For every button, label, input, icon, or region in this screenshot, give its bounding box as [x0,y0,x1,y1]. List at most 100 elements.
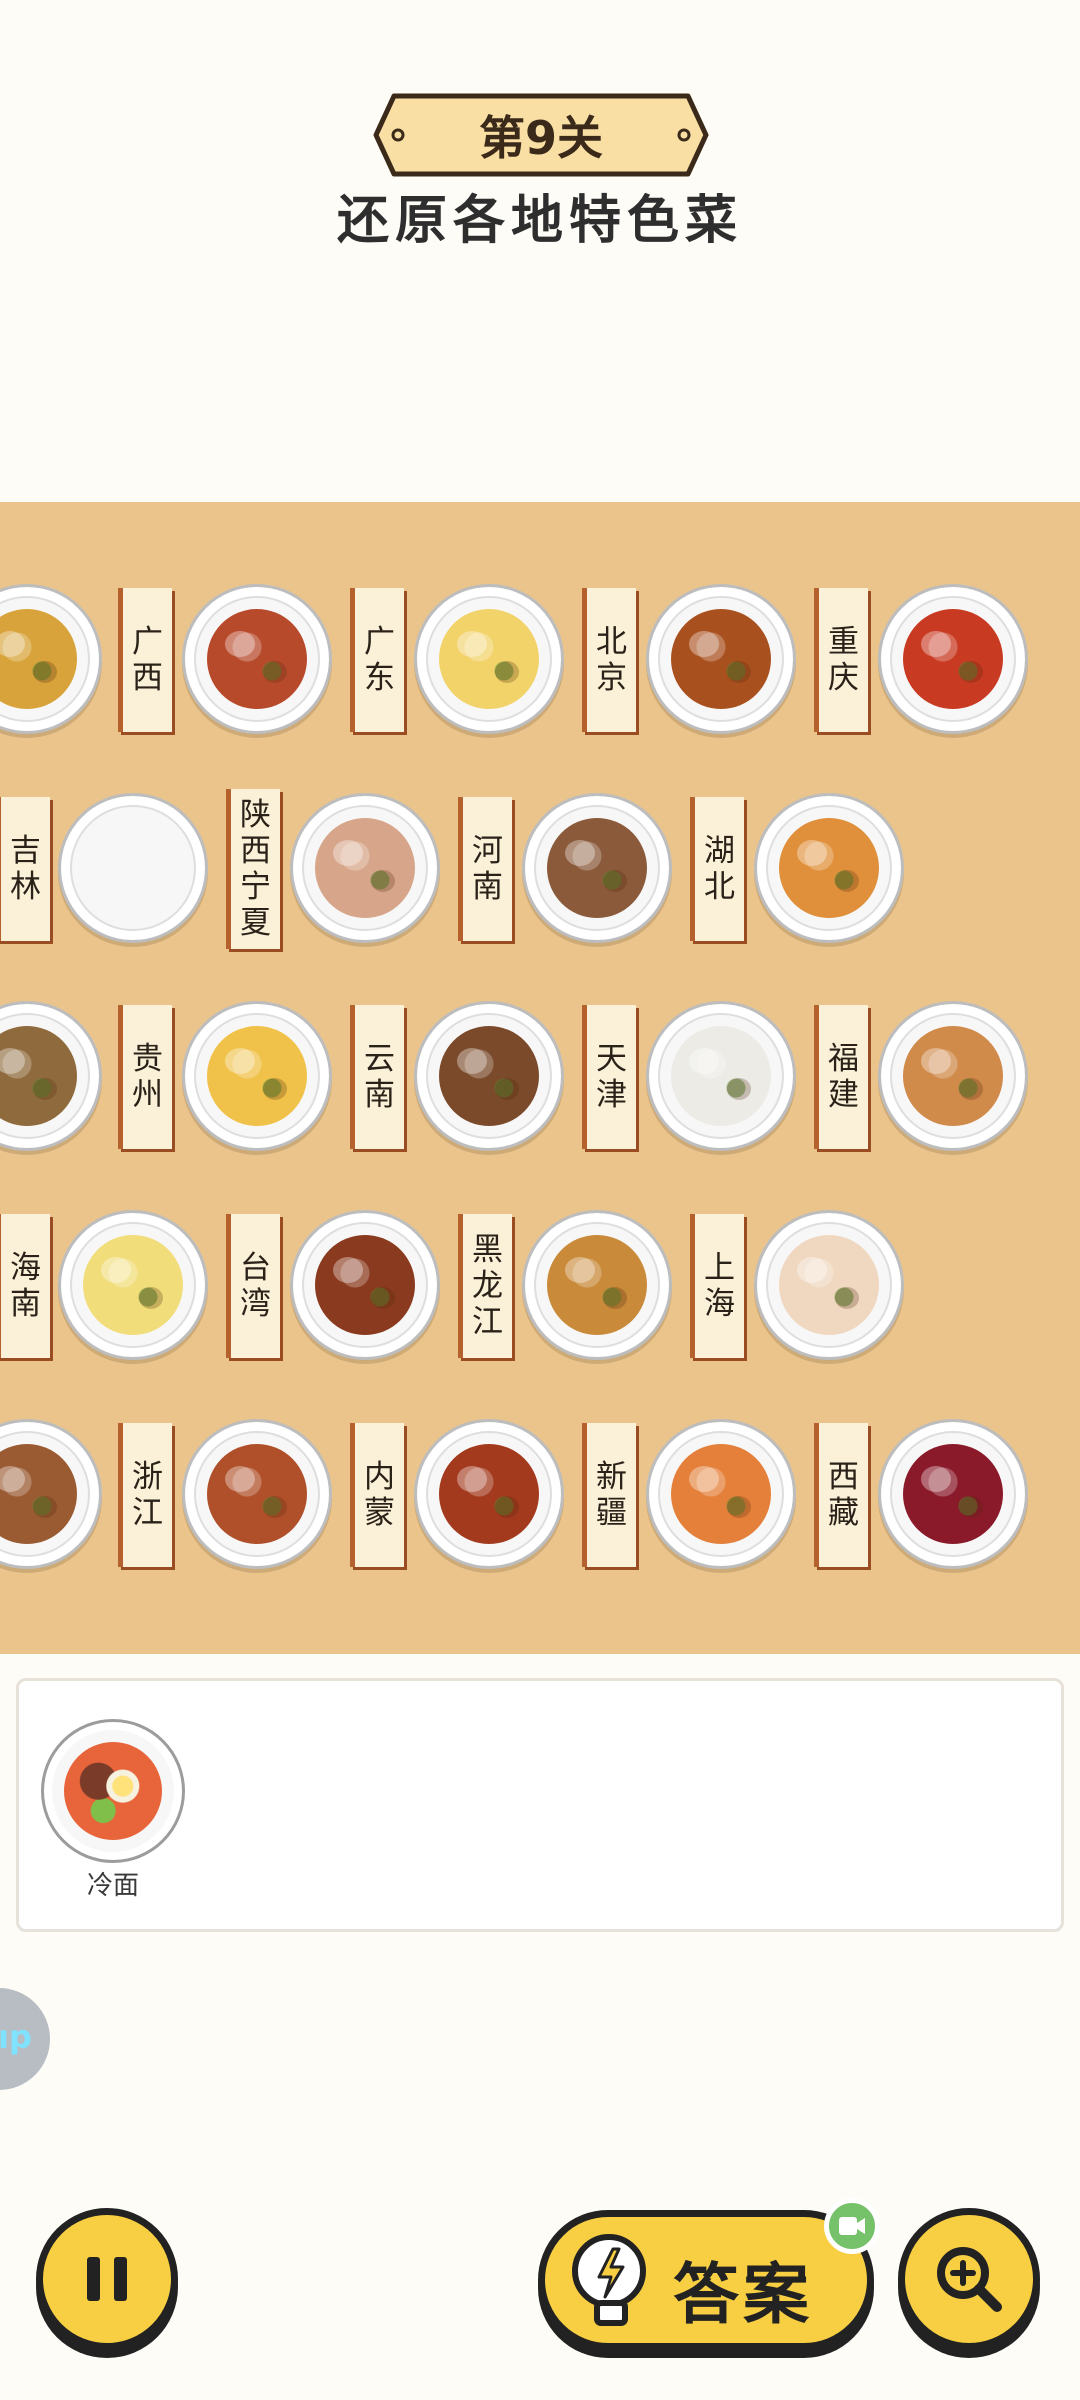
braised-pork-rice-icon [315,1235,415,1335]
dish-plate[interactable] [878,1419,1028,1569]
region-label: 广西 [118,588,172,732]
dish-plate[interactable] [878,1001,1028,1151]
dish-plate[interactable] [414,1001,564,1151]
region-label-char: 夏 [240,905,271,941]
region-label: 吉林 [0,797,50,941]
region-label-char: 内 [364,1459,395,1495]
region-label-char: 新 [596,1459,627,1495]
region-label: 内蒙 [350,1423,404,1567]
tray-dish-label: 冷面 [86,1871,139,1901]
board-row: 浙江 内蒙 新疆 西藏 [0,1419,1080,1589]
chicken-turtle-dish-icon [0,609,77,709]
region-label: 西藏 [814,1423,868,1567]
empty-plate[interactable] [58,793,208,943]
region-label-char: 津 [596,1077,627,1113]
region-label: 河南 [458,797,512,941]
rice-noodle-dish-icon [207,609,307,709]
level-title: 第9关 [478,111,603,165]
region-label: 贵州 [118,1005,172,1149]
region-label-char: 藏 [828,1495,859,1531]
roast-duck-icon [671,609,771,709]
dish-plate[interactable] [646,1419,796,1569]
region-label-char: 陕 [240,797,271,833]
region-label-char: 上 [704,1250,735,1286]
region-label-char: 海 [10,1250,41,1286]
dish-plate[interactable] [414,584,564,734]
sour-fish-icon [207,1026,307,1126]
region-label: 海南 [0,1214,50,1358]
steamed-buns-icon [671,1026,771,1126]
region-label-char: 湾 [240,1286,271,1322]
tray-dish-plate[interactable] [41,1719,185,1863]
video-icon [839,2217,865,2235]
region-label-char: 西 [240,833,271,869]
answer-label: 答案 [673,2256,813,2333]
west-lake-fish-icon [207,1444,307,1544]
lightbulb-icon [572,2234,646,2326]
region-label-char: 南 [364,1077,395,1113]
region-label-char: 庆 [828,660,859,696]
zoom-in-icon [937,2247,1002,2312]
soup-dumplings-icon [779,1235,879,1335]
region-label: 北京 [582,588,636,732]
region-label-char: 州 [132,1077,163,1113]
pause-icon [87,2257,127,2301]
region-label-char: 建 [828,1077,859,1113]
dish-plate[interactable] [754,793,904,943]
dish-plate[interactable] [754,1210,904,1360]
help-bubble-text: ıp [0,2018,32,2056]
dish-plate[interactable] [290,793,440,943]
region-label-char: 南 [472,869,503,905]
dish-plate[interactable] [522,793,672,943]
noodle-bowl-icon [0,1026,77,1126]
dish-plate[interactable] [646,584,796,734]
region-label: 浙江 [118,1423,172,1567]
dish-plate[interactable] [182,584,332,734]
region-label: 云南 [350,1005,404,1149]
region-label-char: 京 [596,660,627,696]
region-label-char: 宁 [240,869,271,905]
region-label-char: 吉 [10,833,41,869]
region-label: 广东 [350,588,404,732]
stewed-noodles-icon [0,1444,77,1544]
region-label: 福建 [814,1005,868,1149]
level-subtitle: 还原各地特色菜 [336,191,743,251]
dish-plate[interactable] [58,1210,208,1360]
region-label: 陕西宁夏 [226,789,280,949]
dish-plate[interactable] [878,584,1028,734]
wenchang-chicken-icon [83,1235,183,1335]
video-badge [824,2198,880,2254]
dish-plate[interactable] [646,1001,796,1151]
region-label-char: 龙 [472,1268,503,1304]
blood-sausage-icon [903,1444,1003,1544]
dish-plate[interactable] [522,1210,672,1360]
region-label-char: 黑 [472,1232,503,1268]
region-label-char: 蒙 [364,1495,395,1531]
region-label-char: 重 [828,624,859,660]
region-label-char: 江 [132,1495,163,1531]
game-board: 广西广东北京重庆 吉林陕西宁夏河南湖北 贵州云南天津福建 海南台湾黑龙江上海 浙… [0,502,1080,1654]
region-label: 重庆 [814,588,868,732]
mushroom-dish-icon [439,1026,539,1126]
region-label-char: 海 [704,1286,735,1322]
region-label-char: 林 [10,869,41,905]
dish-plate[interactable] [414,1419,564,1569]
board-row: 吉林 陕西宁夏 河南 湖北 [0,789,1080,963]
dish-plate[interactable] [290,1210,440,1360]
board-row: 广西 广东 北京 重庆 [0,584,1080,754]
level-banner: 第9关 [372,92,710,178]
dish-plate[interactable] [0,1001,102,1151]
dish-plate[interactable] [0,584,102,734]
dish-plate[interactable] [0,1419,102,1569]
pot-pork-icon [547,1235,647,1335]
zoom-button[interactable] [898,2208,1040,2350]
pause-button[interactable] [36,2208,178,2350]
dish-plate[interactable] [182,1419,332,1569]
region-label-char: 南 [10,1286,41,1322]
region-label-char: 贵 [132,1041,163,1077]
board-row: 海南台湾黑龙江上海 [0,1210,1080,1380]
region-label: 台湾 [226,1214,280,1358]
dish-plate[interactable] [182,1001,332,1151]
region-label: 湖北 [690,797,744,941]
dish-tray: 冷面 [16,1678,1064,1932]
